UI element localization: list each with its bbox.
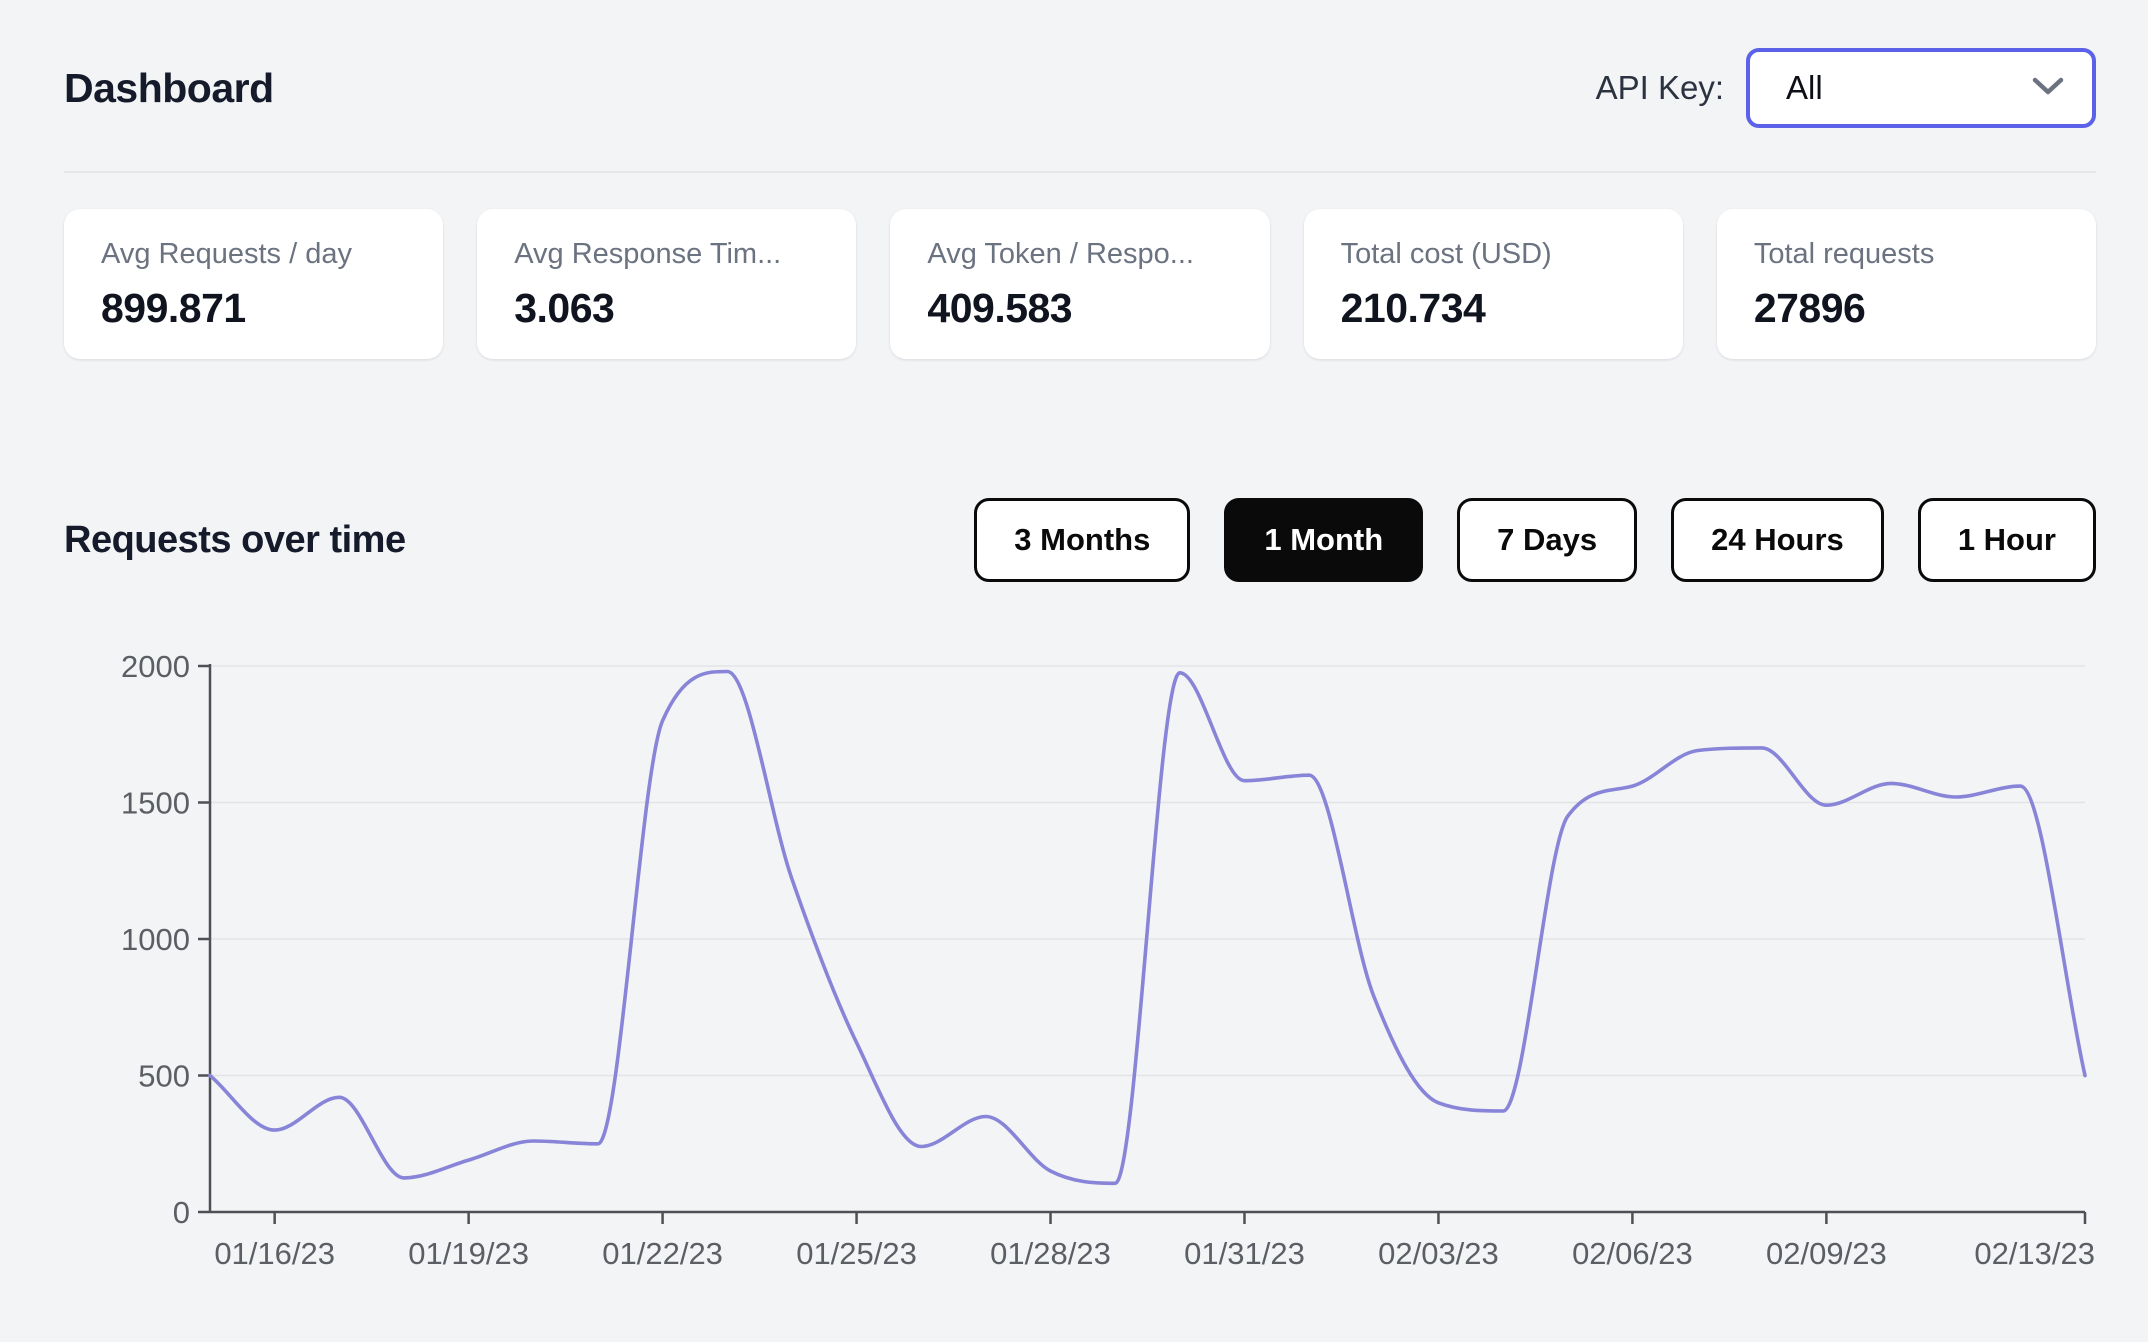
x-tick-label: 02/13/23 [1974, 1236, 2095, 1271]
stat-value: 27896 [1753, 285, 1866, 331]
range-button-3-months[interactable]: 3 Months [974, 498, 1191, 582]
chevron-down-icon [2032, 76, 2064, 101]
range-button-1-hour[interactable]: 1 Hour [1917, 498, 2096, 582]
stat-value: 3.063 [514, 285, 615, 331]
range-button-24-hours[interactable]: 24 Hours [1671, 498, 1884, 582]
api-key-label: API Key: [1595, 69, 1724, 106]
api-key-selected-value: All [1786, 69, 1823, 106]
x-tick-label: 01/19/23 [408, 1236, 529, 1271]
stat-label: Total requests [1753, 238, 1935, 270]
stat-cards: Avg Requests / day 899.871 Avg Response … [64, 209, 2097, 359]
y-tick-label: 0 [173, 1195, 190, 1230]
y-tick-label: 1500 [121, 786, 190, 821]
x-tick-label: 02/03/23 [1378, 1236, 1499, 1271]
x-tick-label: 01/16/23 [214, 1236, 335, 1271]
stat-card-total-requests: Total requests 27896 [1716, 209, 2097, 359]
stat-card-avg-token: Avg Token / Respo... 409.583 [890, 209, 1270, 359]
stat-value: 210.734 [1340, 285, 1486, 331]
chart-section-title: Requests over time [64, 518, 406, 561]
x-tick-label: 02/06/23 [1572, 1236, 1693, 1271]
x-tick-label: 01/22/23 [602, 1236, 723, 1271]
requests-line-series [208, 669, 2087, 1186]
range-button-1-month[interactable]: 1 Month [1224, 498, 1424, 582]
stat-card-avg-response-time: Avg Response Tim... 3.063 [477, 209, 857, 359]
stat-label: Total cost (USD) [1340, 238, 1552, 270]
page-title: Dashboard [64, 64, 274, 111]
stat-value: 899.871 [101, 285, 246, 331]
stat-card-total-cost: Total cost (USD) 210.734 [1303, 209, 1683, 359]
range-button-7-days[interactable]: 7 Days [1457, 498, 1638, 582]
time-range-buttons: 3 Months 1 Month 7 Days 24 Hours 1 Hour [974, 498, 2096, 582]
x-tick-label: 01/28/23 [990, 1236, 1111, 1271]
stat-value: 409.583 [927, 285, 1073, 331]
chart-section-header: Requests over time 3 Months 1 Month 7 Da… [64, 498, 2096, 582]
y-tick-label: 2000 [121, 649, 190, 684]
stat-label: Avg Requests / day [101, 238, 352, 270]
api-key-select[interactable]: All [1746, 48, 2096, 128]
api-key-group: API Key: All [1596, 48, 2096, 128]
x-tick-label: 01/31/23 [1184, 1236, 1305, 1271]
header-divider [64, 171, 2096, 173]
x-tick-label: 01/25/23 [796, 1236, 917, 1271]
x-tick-label: 02/09/23 [1766, 1236, 1887, 1271]
requests-over-time-chart: 0 500 1000 1500 2000 01/16/23 01/19/23 01/22/23… [0, 630, 2148, 1330]
y-tick-label: 500 [138, 1059, 190, 1094]
header: Dashboard API Key: All [64, 36, 2096, 140]
y-tick-label: 1000 [121, 922, 190, 957]
stat-label: Avg Token / Respo... [927, 238, 1194, 270]
stat-label: Avg Response Tim... [514, 238, 782, 270]
line-chart-canvas: 0 500 1000 1500 2000 01/16/23 01/19/23 01/22/23… [121, 649, 2095, 1271]
stat-card-avg-requests: Avg Requests / day 899.871 [64, 209, 444, 359]
